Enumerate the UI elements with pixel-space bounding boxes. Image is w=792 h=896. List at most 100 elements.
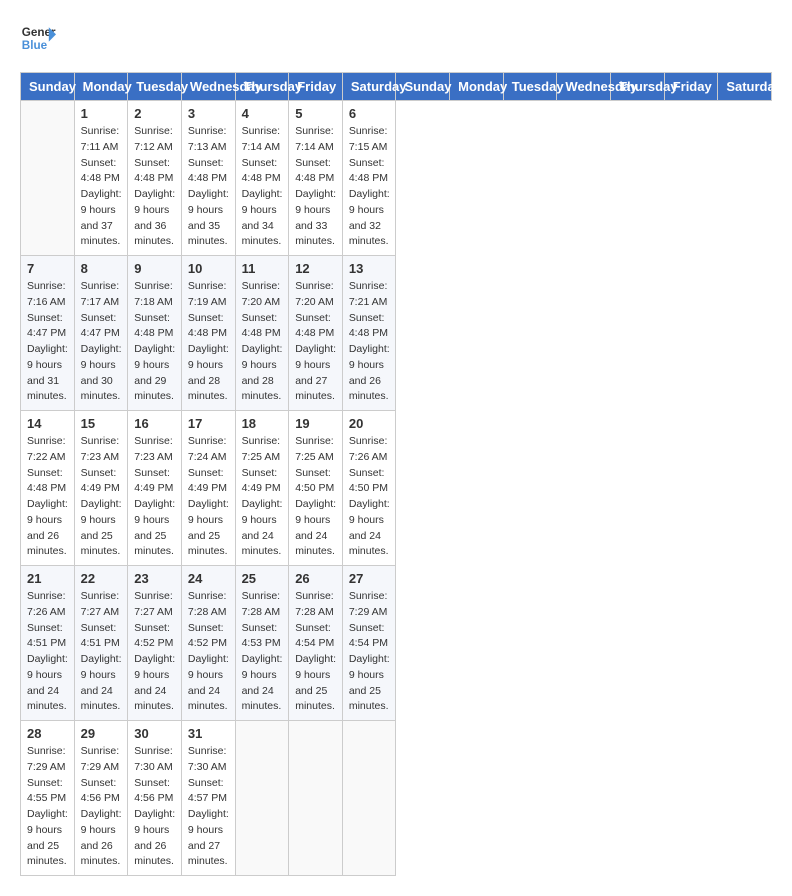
svg-text:Blue: Blue <box>22 39 48 52</box>
day-number: 1 <box>81 106 122 121</box>
day-number: 27 <box>349 571 390 586</box>
day-number: 31 <box>188 726 229 741</box>
day-number: 21 <box>27 571 68 586</box>
day-cell <box>342 721 396 876</box>
day-cell: 17 Sunrise: 7:24 AMSunset: 4:49 PMDayligh… <box>181 411 235 566</box>
day-info: Sunrise: 7:14 AMSunset: 4:48 PMDaylight:… <box>295 124 336 250</box>
day-info: Sunrise: 7:20 AMSunset: 4:48 PMDaylight:… <box>242 279 283 405</box>
day-info: Sunrise: 7:13 AMSunset: 4:48 PMDaylight:… <box>188 124 229 250</box>
day-number: 19 <box>295 416 336 431</box>
week-row-5: 28 Sunrise: 7:29 AMSunset: 4:55 PMDayligh… <box>21 721 772 876</box>
day-number: 28 <box>27 726 68 741</box>
day-cell: 24Sunrise: 7:28 AMSunset: 4:52 PMDayligh… <box>181 566 235 721</box>
day-info: Sunrise: 7:18 AMSunset: 4:48 PMDaylight:… <box>134 279 175 405</box>
day-info: Sunrise: 7:17 AMSunset: 4:47 PMDaylight:… <box>81 279 122 405</box>
col-header-tuesday: Tuesday <box>503 73 557 101</box>
day-cell: 6Sunrise: 7:15 AMSunset: 4:48 PMDaylight… <box>342 101 396 256</box>
day-cell <box>235 721 289 876</box>
day-cell: 31 Sunrise: 7:30 AMSunset: 4:57 PMDayligh… <box>181 721 235 876</box>
col-header-saturday: Saturday <box>342 73 396 101</box>
day-cell: 7Sunrise: 7:16 AMSunset: 4:47 PMDaylight… <box>21 256 75 411</box>
day-info: Sunrise: 7:28 AMSunset: 4:52 PMDaylight:… <box>188 589 229 715</box>
day-number: 18 <box>242 416 283 431</box>
day-cell: 26Sunrise: 7:28 AMSunset: 4:54 PMDayligh… <box>289 566 343 721</box>
day-info: Sunrise: 7:20 AMSunset: 4:48 PMDaylight:… <box>295 279 336 405</box>
day-cell: 5 Sunrise: 7:14 AMSunset: 4:48 PMDaylight… <box>289 101 343 256</box>
day-number: 30 <box>134 726 175 741</box>
day-cell <box>289 721 343 876</box>
day-info: Sunrise: 7:25 AMSunset: 4:49 PMDaylight:… <box>242 434 283 560</box>
day-number: 23 <box>134 571 175 586</box>
day-cell: 21 Sunrise: 7:26 AMSunset: 4:51 PMDayligh… <box>21 566 75 721</box>
day-cell: 30Sunrise: 7:30 AMSunset: 4:56 PMDayligh… <box>128 721 182 876</box>
day-number: 25 <box>242 571 283 586</box>
col-header-wednesday: Wednesday <box>181 73 235 101</box>
day-number: 12 <box>295 261 336 276</box>
day-info: Sunrise: 7:14 AMSunset: 4:48 PMDaylight:… <box>242 124 283 250</box>
day-cell: 14 Sunrise: 7:22 AMSunset: 4:48 PMDayligh… <box>21 411 75 566</box>
col-header-tuesday: Tuesday <box>128 73 182 101</box>
col-header-thursday: Thursday <box>611 73 665 101</box>
col-header-thursday: Thursday <box>235 73 289 101</box>
day-number: 13 <box>349 261 390 276</box>
week-row-4: 21 Sunrise: 7:26 AMSunset: 4:51 PMDayligh… <box>21 566 772 721</box>
day-cell: 3Sunrise: 7:13 AMSunset: 4:48 PMDaylight… <box>181 101 235 256</box>
day-number: 11 <box>242 261 283 276</box>
day-info: Sunrise: 7:30 AMSunset: 4:57 PMDaylight:… <box>188 744 229 870</box>
week-row-2: 7Sunrise: 7:16 AMSunset: 4:47 PMDaylight… <box>21 256 772 411</box>
day-number: 4 <box>242 106 283 121</box>
day-cell: 23 Sunrise: 7:27 AMSunset: 4:52 PMDayligh… <box>128 566 182 721</box>
day-number: 20 <box>349 416 390 431</box>
day-cell: 2 Sunrise: 7:12 AMSunset: 4:48 PMDaylight… <box>128 101 182 256</box>
day-number: 9 <box>134 261 175 276</box>
day-cell: 20Sunrise: 7:26 AMSunset: 4:50 PMDayligh… <box>342 411 396 566</box>
day-cell: 11 Sunrise: 7:20 AMSunset: 4:48 PMDayligh… <box>235 256 289 411</box>
day-info: Sunrise: 7:19 AMSunset: 4:48 PMDaylight:… <box>188 279 229 405</box>
day-number: 2 <box>134 106 175 121</box>
col-header-sunday: Sunday <box>396 73 450 101</box>
day-info: Sunrise: 7:22 AMSunset: 4:48 PMDaylight:… <box>27 434 68 560</box>
day-info: Sunrise: 7:29 AMSunset: 4:54 PMDaylight:… <box>349 589 390 715</box>
day-cell: 28 Sunrise: 7:29 AMSunset: 4:55 PMDayligh… <box>21 721 75 876</box>
col-header-friday: Friday <box>289 73 343 101</box>
day-cell: 25 Sunrise: 7:28 AMSunset: 4:53 PMDayligh… <box>235 566 289 721</box>
day-cell: 19Sunrise: 7:25 AMSunset: 4:50 PMDayligh… <box>289 411 343 566</box>
logo: General Blue <box>20 20 56 56</box>
day-cell: 1 Sunrise: 7:11 AMSunset: 4:48 PMDaylight… <box>74 101 128 256</box>
header-row: SundayMondayTuesdayWednesdayThursdayFrid… <box>21 73 772 101</box>
day-info: Sunrise: 7:27 AMSunset: 4:51 PMDaylight:… <box>81 589 122 715</box>
day-info: Sunrise: 7:26 AMSunset: 4:51 PMDaylight:… <box>27 589 68 715</box>
day-number: 5 <box>295 106 336 121</box>
day-cell: 4 Sunrise: 7:14 AMSunset: 4:48 PMDaylight… <box>235 101 289 256</box>
day-info: Sunrise: 7:27 AMSunset: 4:52 PMDaylight:… <box>134 589 175 715</box>
day-cell: 29Sunrise: 7:29 AMSunset: 4:56 PMDayligh… <box>74 721 128 876</box>
day-info: Sunrise: 7:23 AMSunset: 4:49 PMDaylight:… <box>134 434 175 560</box>
day-info: Sunrise: 7:29 AMSunset: 4:55 PMDaylight:… <box>27 744 68 870</box>
col-header-monday: Monday <box>450 73 504 101</box>
col-header-sunday: Sunday <box>21 73 75 101</box>
day-info: Sunrise: 7:28 AMSunset: 4:54 PMDaylight:… <box>295 589 336 715</box>
day-cell: 15Sunrise: 7:23 AMSunset: 4:49 PMDayligh… <box>74 411 128 566</box>
day-cell: 9 Sunrise: 7:18 AMSunset: 4:48 PMDaylight… <box>128 256 182 411</box>
day-cell <box>21 101 75 256</box>
day-number: 16 <box>134 416 175 431</box>
day-info: Sunrise: 7:28 AMSunset: 4:53 PMDaylight:… <box>242 589 283 715</box>
day-info: Sunrise: 7:21 AMSunset: 4:48 PMDaylight:… <box>349 279 390 405</box>
day-cell: 13 Sunrise: 7:21 AMSunset: 4:48 PMDayligh… <box>342 256 396 411</box>
day-number: 17 <box>188 416 229 431</box>
day-cell: 22 Sunrise: 7:27 AMSunset: 4:51 PMDayligh… <box>74 566 128 721</box>
calendar-table: SundayMondayTuesdayWednesdayThursdayFrid… <box>20 72 772 876</box>
page-header: General Blue <box>20 20 772 56</box>
day-cell: 18 Sunrise: 7:25 AMSunset: 4:49 PMDayligh… <box>235 411 289 566</box>
logo-icon: General Blue <box>20 20 56 56</box>
col-header-wednesday: Wednesday <box>557 73 611 101</box>
day-info: Sunrise: 7:12 AMSunset: 4:48 PMDaylight:… <box>134 124 175 250</box>
day-info: Sunrise: 7:23 AMSunset: 4:49 PMDaylight:… <box>81 434 122 560</box>
day-info: Sunrise: 7:24 AMSunset: 4:49 PMDaylight:… <box>188 434 229 560</box>
day-number: 22 <box>81 571 122 586</box>
day-cell: 16 Sunrise: 7:23 AMSunset: 4:49 PMDayligh… <box>128 411 182 566</box>
day-number: 10 <box>188 261 229 276</box>
day-info: Sunrise: 7:29 AMSunset: 4:56 PMDaylight:… <box>81 744 122 870</box>
day-number: 14 <box>27 416 68 431</box>
day-info: Sunrise: 7:11 AMSunset: 4:48 PMDaylight:… <box>81 124 122 250</box>
